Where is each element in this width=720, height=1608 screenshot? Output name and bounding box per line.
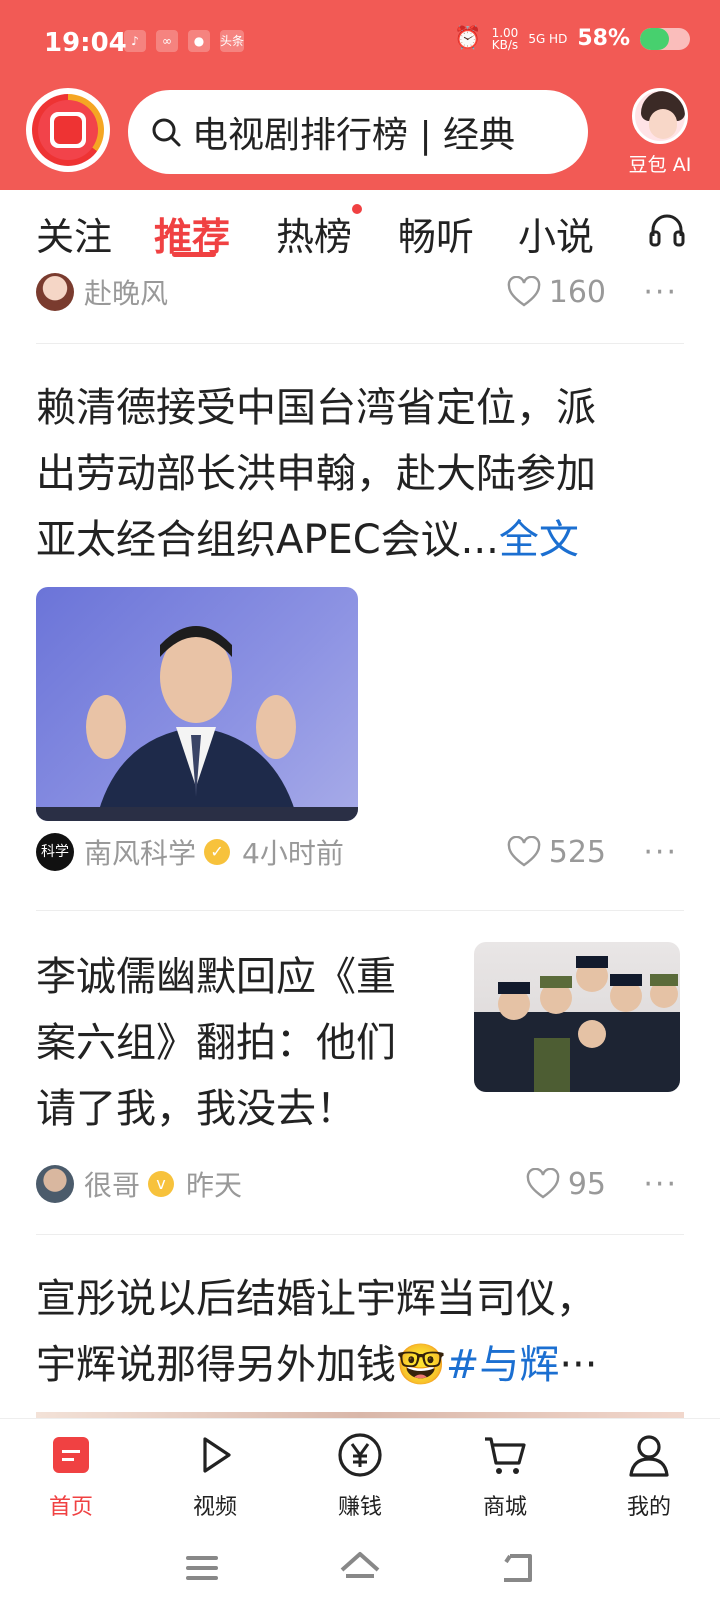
tab-novel[interactable]: 小说 [518, 206, 594, 261]
doubao-ai-button[interactable]: 豆包 AI [620, 88, 700, 178]
nav-video[interactable]: 视频 [160, 1431, 270, 1521]
feed-item-meta: 赴晚风 160 ··· [36, 270, 684, 314]
search-bar[interactable]: 电视剧排行榜 | 经典 [128, 90, 588, 174]
net-speed: 1.00 KB/s [491, 25, 519, 52]
feed-item-meta: 很哥 v 昨天 95 ··· [36, 1162, 684, 1206]
like-button[interactable]: 95 [526, 1167, 606, 1202]
nav-home[interactable]: 首页 [16, 1431, 126, 1521]
home-icon [53, 1437, 89, 1473]
like-count: 160 [548, 274, 606, 310]
article-title[interactable]: 李诚儒幽默回应《重 案六组》翻拍：他们 请了我，我没去！ [36, 944, 396, 1142]
menu-icon[interactable] [180, 1548, 224, 1588]
article-thumbnail[interactable] [474, 942, 680, 1092]
author-avatar[interactable] [36, 1165, 74, 1203]
alarm-icon: ⏰ [454, 26, 482, 51]
nav-mall[interactable]: 商城 [450, 1431, 560, 1521]
active-tab-indicator [172, 252, 216, 257]
toutiao-badge-icon: 头条 [220, 30, 245, 52]
author-avatar[interactable]: 科学 [36, 833, 74, 871]
more-options-button[interactable]: ··· [643, 835, 678, 870]
nav-me[interactable]: 我的 [594, 1431, 704, 1521]
heart-icon [507, 836, 541, 867]
status-bar: 19:04 ♪ ∞ ● 头条 ⏰ 1.00 KB/s 5G HD 58% [0, 0, 720, 82]
verified-icon: ✓ [204, 839, 231, 865]
full-text-link[interactable]: 全文 [499, 517, 579, 563]
heart-icon [526, 1168, 560, 1199]
like-count: 525 [548, 834, 606, 870]
tab-listen[interactable]: 畅听 [398, 206, 474, 261]
author-name[interactable]: 很哥 [84, 1164, 140, 1204]
article-title[interactable]: 赖清德接受中国台湾省定位，派 出劳动部长洪申翰，赴大陆参加 亚太经合组织APEC… [36, 375, 596, 573]
signal-indicator: 5G HD [528, 31, 568, 46]
user-icon [629, 1435, 669, 1477]
back-icon[interactable] [496, 1548, 540, 1588]
heart-icon [507, 276, 541, 307]
status-right: ⏰ 1.00 KB/s 5G HD 58% [454, 26, 690, 51]
publish-time: 昨天 [186, 1169, 243, 1202]
author-name[interactable]: 南风科学 [84, 832, 196, 872]
author-avatar[interactable] [36, 273, 74, 311]
tab-hot[interactable]: 热榜 [276, 204, 363, 261]
nav-earn[interactable]: 赚钱 [305, 1431, 415, 1521]
headphones-icon[interactable] [648, 212, 686, 248]
battery-percent: 58% [577, 26, 630, 51]
link-icon: ∞ [156, 30, 178, 52]
app-header: 19:04 ♪ ∞ ● 头条 ⏰ 1.00 KB/s 5G HD 58% 电视剧… [0, 0, 720, 190]
divider [36, 1234, 684, 1235]
channel-tabs: 关注 推荐 热榜 畅听 小说 [0, 190, 720, 268]
cart-icon [485, 1437, 526, 1474]
hot-dot-badge [352, 204, 363, 214]
chat-icon: ● [188, 30, 210, 52]
like-button[interactable]: 525 [507, 835, 606, 870]
bottom-navigation: 首页 视频 赚钱 商城 我的 [0, 1418, 720, 1528]
publish-time: 4小时前 [242, 837, 344, 870]
more-options-button[interactable]: ··· [643, 275, 678, 310]
yen-icon [338, 1433, 382, 1477]
more-options-button[interactable]: ··· [643, 1167, 678, 1202]
notification-icons: ♪ ∞ ● 头条 [124, 30, 245, 52]
ai-avatar [632, 88, 688, 144]
search-query: 电视剧排行榜 | 经典 [192, 115, 516, 156]
divider [36, 343, 684, 344]
tiktok-icon: ♪ [124, 30, 146, 52]
like-count: 95 [567, 1166, 606, 1202]
like-button[interactable]: 160 [507, 275, 606, 310]
divider [36, 910, 684, 911]
system-navigation-bar [0, 1528, 720, 1608]
play-icon [203, 1437, 231, 1473]
article-title[interactable]: 宣彤说以后结婚让宇辉当司仪， 宇辉说那得另外加钱🤓#与辉··· [36, 1266, 597, 1398]
home-nav-icon[interactable] [338, 1548, 382, 1588]
search-icon [152, 118, 181, 147]
ai-label: 豆包 AI [628, 154, 692, 176]
feed-item-meta: 科学 南风科学 ✓ 4小时前 525 ··· [36, 830, 684, 874]
status-time: 19:04 [44, 28, 127, 58]
hashtag-link[interactable]: #与辉 [446, 1342, 560, 1388]
author-name[interactable]: 赴晚风 [84, 272, 168, 312]
article-thumbnail[interactable] [36, 587, 358, 821]
tab-follow[interactable]: 关注 [36, 206, 112, 261]
tab-hot-label: 热榜 [276, 215, 353, 259]
app-logo-button[interactable] [26, 88, 110, 172]
battery-icon [640, 27, 690, 50]
verified-icon: v [148, 1171, 175, 1197]
